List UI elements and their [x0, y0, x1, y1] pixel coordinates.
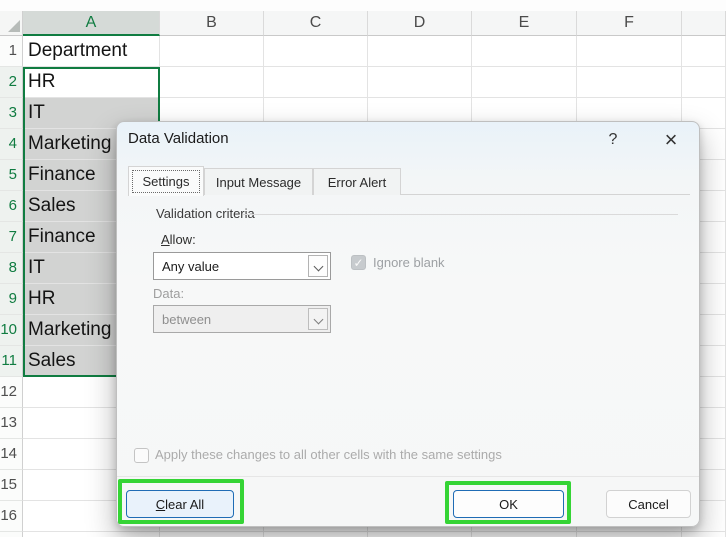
help-icon[interactable]: ? [598, 127, 628, 153]
chevron-down-icon [314, 315, 324, 325]
row-header-16[interactable]: 16 [0, 501, 23, 532]
focus-ring [132, 170, 200, 193]
row-header-12[interactable]: 12 [0, 377, 23, 408]
excel-window: ABCDEF12345678910111213141516DepartmentH… [0, 0, 726, 537]
data-label: Data: [153, 286, 184, 301]
row-header-4[interactable]: 4 [0, 129, 23, 160]
row-header-11[interactable]: 11 [0, 346, 23, 377]
footer-divider [117, 476, 699, 477]
row-header-2[interactable]: 2 [0, 67, 23, 98]
cell-A17[interactable] [23, 532, 160, 537]
allow-mnemonic: A [161, 232, 170, 247]
cell-F2[interactable] [577, 67, 682, 98]
row-header-9[interactable]: 9 [0, 284, 23, 315]
cell-D1[interactable] [368, 36, 472, 67]
clear-all-label-rest: lear All [165, 497, 204, 512]
cell-A2[interactable]: HR [23, 67, 160, 98]
tab-input-message[interactable]: Input Message [204, 168, 313, 195]
row-header-13[interactable]: 13 [0, 408, 23, 439]
ignore-blank-checkbox[interactable]: ✓ [351, 255, 366, 270]
cell-A1[interactable]: Department [23, 36, 160, 67]
allow-label: Allow: [161, 232, 196, 247]
column-header-E[interactable]: E [472, 11, 577, 36]
row-header-6[interactable]: 6 [0, 191, 23, 222]
ok-button[interactable]: OK [453, 490, 564, 518]
column-header-F[interactable]: F [577, 11, 682, 36]
dropdown-button[interactable] [308, 255, 328, 277]
row-header-7[interactable]: 7 [0, 222, 23, 253]
ignore-blank-label: Ignore blank [373, 255, 445, 270]
apply-changes-label: Apply these changes to all other cells w… [155, 447, 635, 462]
column-header-A[interactable]: A [23, 11, 160, 36]
cell-F1[interactable] [577, 36, 682, 67]
column-header-partial[interactable] [682, 11, 726, 36]
row-header-3[interactable]: 3 [0, 98, 23, 129]
select-all-icon [8, 20, 20, 32]
data-dropdown: between [153, 305, 331, 333]
dialog-title: Data Validation [128, 130, 229, 147]
tab-strip: Settings Input Message Error Alert [128, 166, 690, 195]
tab-settings[interactable]: Settings [128, 166, 204, 196]
tab-error-alert-label: Error Alert [328, 175, 387, 190]
validation-criteria-label: Validation criteria [156, 206, 255, 221]
row-header-1[interactable]: 1 [0, 36, 23, 67]
cell-B17[interactable] [160, 532, 264, 537]
cell-F17[interactable] [577, 532, 682, 537]
allow-label-rest: llow: [170, 232, 196, 247]
cell-C1[interactable] [264, 36, 368, 67]
allow-dropdown-value: Any value [162, 259, 219, 274]
cell-C17[interactable] [264, 532, 368, 537]
cell-B2[interactable] [160, 67, 264, 98]
cell-G17[interactable] [682, 532, 726, 537]
column-header-D[interactable]: D [368, 11, 472, 36]
clear-all-button[interactable]: Clear All [126, 490, 234, 518]
row-header-15[interactable]: 15 [0, 470, 23, 501]
row-header-partial[interactable] [0, 532, 23, 537]
cancel-button[interactable]: Cancel [606, 490, 691, 518]
row-header-8[interactable]: 8 [0, 253, 23, 284]
data-dropdown-value: between [162, 312, 211, 327]
row-header-14[interactable]: 14 [0, 439, 23, 470]
cell-D2[interactable] [368, 67, 472, 98]
cell-G2[interactable] [682, 67, 726, 98]
cell-G1[interactable] [682, 36, 726, 67]
dropdown-button [308, 308, 328, 330]
data-validation-dialog: Data Validation ? × Settings Input Messa… [116, 121, 700, 527]
group-divider [243, 214, 678, 215]
tab-error-alert[interactable]: Error Alert [313, 168, 401, 195]
clear-all-mnemonic: C [156, 497, 165, 512]
select-all-button[interactable] [0, 11, 23, 36]
cell-C2[interactable] [264, 67, 368, 98]
column-header-C[interactable]: C [264, 11, 368, 36]
tab-input-message-label: Input Message [216, 175, 301, 190]
close-icon[interactable]: × [656, 127, 686, 153]
apply-changes-checkbox[interactable] [134, 448, 149, 463]
cell-E17[interactable] [472, 532, 577, 537]
cell-E1[interactable] [472, 36, 577, 67]
row-header-10[interactable]: 10 [0, 315, 23, 346]
cell-E2[interactable] [472, 67, 577, 98]
cell-B1[interactable] [160, 36, 264, 67]
chevron-down-icon [314, 262, 324, 272]
row-header-5[interactable]: 5 [0, 160, 23, 191]
column-header-B[interactable]: B [160, 11, 264, 36]
cell-D17[interactable] [368, 532, 472, 537]
allow-dropdown[interactable]: Any value [153, 252, 331, 280]
